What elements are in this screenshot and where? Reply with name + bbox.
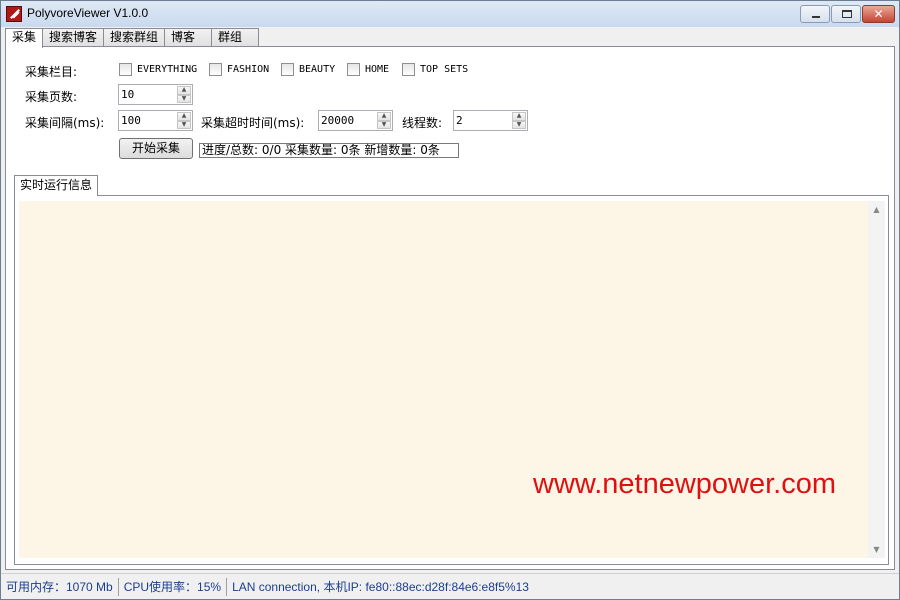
spin-up-icon[interactable]: ▲: [177, 86, 191, 95]
timeout-stepper[interactable]: 20000 ▲ ▼: [318, 110, 393, 131]
checkbox-label: BEAUTY: [299, 64, 336, 75]
scroll-down-icon[interactable]: ▼: [868, 541, 885, 558]
maximize-button[interactable]: [831, 5, 861, 23]
interval-stepper[interactable]: 100 ▲ ▼: [118, 110, 193, 131]
checkbox-label: FASHION: [227, 64, 270, 75]
spin-down-icon[interactable]: ▼: [177, 120, 191, 129]
start-collect-button[interactable]: 开始采集: [119, 138, 193, 159]
close-icon: ✕: [873, 7, 884, 21]
tab-group[interactable]: 群组: [211, 28, 260, 47]
spin-down-icon[interactable]: ▼: [177, 94, 191, 103]
stepper-arrows: ▲ ▼: [177, 86, 191, 103]
threads-stepper[interactable]: 2 ▲ ▼: [453, 110, 528, 131]
main-tabs: 采集 搜索博客 搜索群组 博客 群组: [5, 28, 260, 48]
pages-stepper[interactable]: 10 ▲ ▼: [118, 84, 193, 105]
checkbox-label: HOME: [365, 64, 390, 75]
checkbox-box: [347, 63, 360, 76]
window-controls: ✕: [799, 5, 895, 23]
timeout-value: 20000: [321, 114, 355, 127]
scroll-up-icon[interactable]: ▲: [868, 201, 885, 218]
status-bar: 可用内存：1070 Mb CPU使用率：15% LAN connection, …: [1, 573, 899, 599]
log-textarea[interactable]: [19, 201, 869, 558]
minimize-icon: [812, 16, 820, 18]
tab-collect[interactable]: 采集: [5, 28, 44, 48]
collect-panel: 采集栏目: EVERYTHING FASHION BEAUTY HOME TOP…: [5, 46, 895, 570]
watermark: www.netnewpower.com: [533, 468, 837, 500]
maximize-icon: [842, 10, 852, 18]
pages-label: 采集页数:: [25, 90, 78, 104]
checkbox-box: [119, 63, 132, 76]
status-network: LAN connection, 本机IP: fe80::88ec:d28f:84…: [232, 579, 529, 594]
status-cpu: CPU使用率：15%: [119, 577, 228, 596]
category-label: 采集栏目:: [25, 65, 78, 79]
tab-search-group[interactable]: 搜索群组: [103, 28, 166, 47]
log-scrollbar[interactable]: ▲ ▼: [868, 201, 885, 558]
tab-realtime-info[interactable]: 实时运行信息: [14, 175, 99, 196]
close-button[interactable]: ✕: [862, 5, 895, 23]
checkbox-label: TOP SETS: [420, 64, 469, 75]
stepper-arrows: ▲ ▼: [177, 112, 191, 129]
checkbox-top-sets[interactable]: TOP SETS: [402, 63, 468, 76]
checkbox-everything[interactable]: EVERYTHING: [119, 63, 197, 76]
timeout-label: 采集超时时间(ms):: [201, 116, 305, 130]
status-memory: 可用内存：1070 Mb: [1, 577, 119, 596]
app-window: PolyvoreViewer V1.0.0 ✕ 采集 搜索博客 搜索群组 博客 …: [0, 0, 900, 600]
spin-down-icon[interactable]: ▼: [512, 120, 526, 129]
spin-down-icon[interactable]: ▼: [377, 120, 391, 129]
interval-label: 采集间隔(ms):: [25, 116, 105, 130]
app-icon: [6, 6, 22, 22]
interval-value: 100: [121, 114, 141, 127]
log-panel: ▲ ▼ www.netnewpower.com: [14, 195, 889, 565]
checkbox-fashion[interactable]: FASHION: [209, 63, 269, 76]
tab-search-blog[interactable]: 搜索博客: [42, 28, 105, 47]
title-bar[interactable]: PolyvoreViewer V1.0.0 ✕: [1, 1, 899, 27]
spin-up-icon[interactable]: ▲: [177, 112, 191, 121]
minimize-button[interactable]: [800, 5, 830, 23]
tab-blog[interactable]: 博客: [164, 28, 213, 47]
stepper-arrows: ▲ ▼: [512, 112, 526, 129]
threads-label: 线程数:: [402, 116, 443, 130]
progress-status: 进度/总数: 0/0 采集数量: 0条 新增数量: 0条: [199, 143, 459, 158]
threads-value: 2: [456, 114, 463, 127]
checkbox-box: [281, 63, 294, 76]
stepper-arrows: ▲ ▼: [377, 112, 391, 129]
checkbox-beauty[interactable]: BEAUTY: [281, 63, 335, 76]
pages-value: 10: [121, 88, 135, 101]
checkbox-home[interactable]: HOME: [347, 63, 389, 76]
checkbox-label: EVERYTHING: [137, 64, 198, 75]
checkbox-box: [209, 63, 222, 76]
window-title: PolyvoreViewer V1.0.0: [27, 6, 149, 20]
checkbox-box: [402, 63, 415, 76]
spin-up-icon[interactable]: ▲: [512, 112, 526, 121]
spin-up-icon[interactable]: ▲: [377, 112, 391, 121]
